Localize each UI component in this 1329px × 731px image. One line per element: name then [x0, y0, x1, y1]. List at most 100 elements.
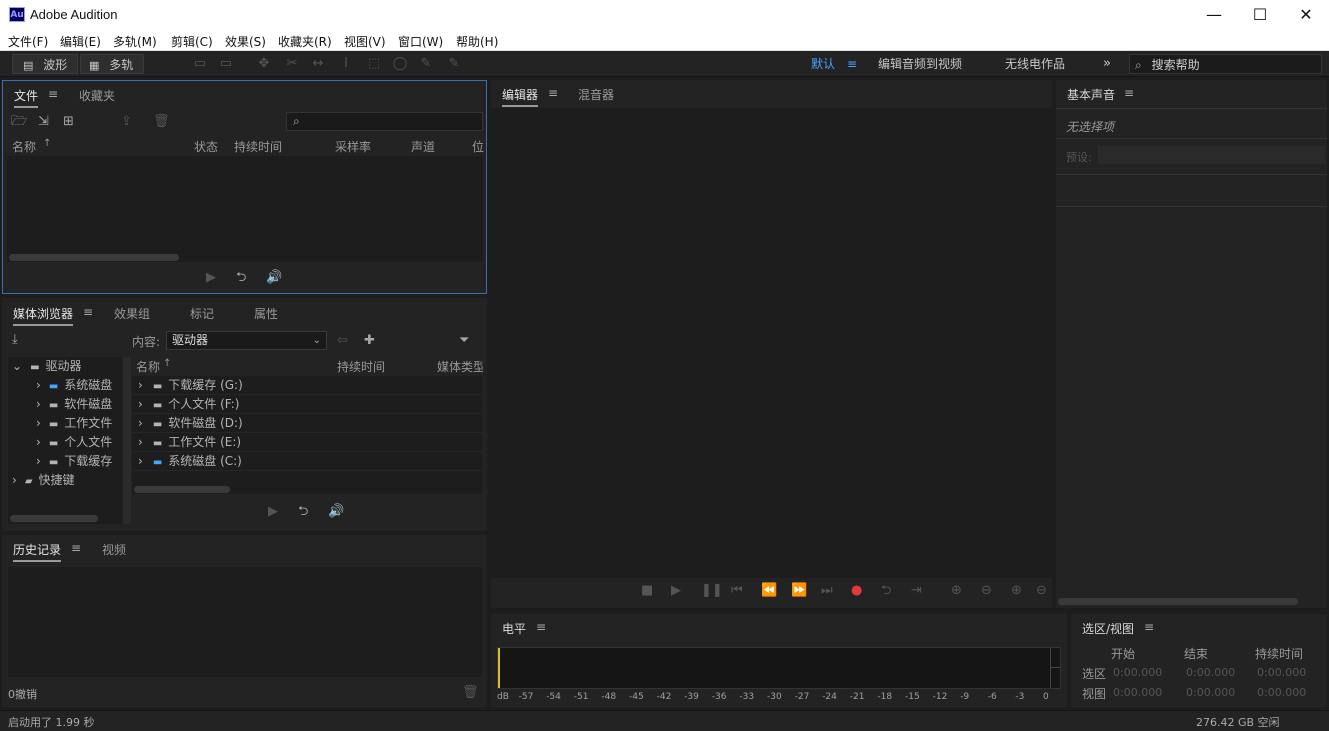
- insert-icon[interactable]: ⇪: [121, 114, 132, 130]
- record-icon[interactable]: ●: [851, 583, 862, 599]
- tab-properties[interactable]: 属性: [254, 305, 278, 322]
- waveform-button[interactable]: ▤ 波形: [12, 54, 78, 74]
- view-duration[interactable]: 0:00.000: [1257, 686, 1306, 699]
- column-name[interactable]: 名称: [136, 358, 160, 375]
- more-workspaces-icon[interactable]: »: [1103, 54, 1111, 74]
- fast-forward-icon[interactable]: ⏩: [791, 583, 807, 599]
- panel-menu-icon[interactable]: ≡: [71, 541, 81, 555]
- tree-item-system-disk[interactable]: › ▬ 系统磁盘: [36, 376, 112, 395]
- menu-view[interactable]: 视图(V): [344, 33, 386, 50]
- menu-file[interactable]: 文件(F): [8, 33, 48, 50]
- column-name[interactable]: 名称: [12, 138, 36, 155]
- files-horizontal-scrollbar[interactable]: [9, 254, 179, 261]
- add-shortcut-icon[interactable]: ✚: [364, 333, 375, 349]
- workspace-default[interactable]: 默认: [811, 54, 835, 74]
- menu-effects[interactable]: 效果(S): [225, 33, 266, 50]
- tree-item-download-cache[interactable]: › ▬ 下载缓存: [36, 452, 112, 471]
- trash-icon[interactable]: 🗑: [462, 685, 479, 701]
- rewind-icon[interactable]: ⏪: [761, 583, 777, 599]
- tree-item-work-files[interactable]: › ▬ 工作文件: [36, 414, 112, 433]
- tab-markers[interactable]: 标记: [190, 305, 214, 322]
- tree-item-drives[interactable]: ⌄ ▬ 驱动器: [12, 357, 82, 376]
- column-duration[interactable]: 持续时间: [234, 138, 282, 155]
- menu-favorites[interactable]: 收藏夹(R): [278, 33, 332, 50]
- tab-video[interactable]: 视频: [102, 541, 126, 558]
- panel-menu-icon[interactable]: ≡: [83, 305, 93, 319]
- tab-files[interactable]: 文件: [14, 87, 39, 108]
- tree-horizontal-scrollbar[interactable]: [10, 515, 98, 522]
- tree-item-software-disk[interactable]: › ▬ 软件磁盘: [36, 395, 112, 414]
- back-arrow-icon[interactable]: ⇦: [337, 333, 348, 349]
- list-horizontal-scrollbar[interactable]: [134, 486, 230, 493]
- panel-menu-icon[interactable]: ≡: [548, 86, 558, 100]
- selection-duration[interactable]: 0:00.000: [1257, 666, 1306, 679]
- skip-to-end-icon[interactable]: ⏭: [821, 583, 833, 599]
- filter-icon[interactable]: ⏷: [459, 333, 469, 349]
- marquee-tool-icon[interactable]: ⬚: [366, 56, 382, 72]
- tree-splitter[interactable]: [123, 357, 131, 524]
- zoom-out-amplitude-icon[interactable]: ⊖: [981, 583, 992, 599]
- autoplay-icon[interactable]: 🔊: [266, 270, 282, 286]
- column-status[interactable]: 状态: [194, 138, 218, 155]
- multitrack-button[interactable]: ▦ 多轨: [80, 54, 144, 74]
- loop-preview-icon[interactable]: ⮌: [236, 270, 246, 286]
- spot-healing-icon[interactable]: ✎: [446, 56, 462, 72]
- tab-favorites[interactable]: 收藏夹: [79, 87, 115, 104]
- delete-icon[interactable]: 🗑: [153, 114, 170, 130]
- zoom-in-time-icon[interactable]: ⊕: [1011, 583, 1022, 599]
- loop-preview-icon[interactable]: ⮌: [298, 504, 308, 520]
- open-folder-icon[interactable]: 🗁: [11, 114, 27, 130]
- menu-multitrack[interactable]: 多轨(M): [113, 33, 157, 50]
- list-item[interactable]: › ▬ 系统磁盘 (C:): [132, 452, 482, 471]
- panel-menu-icon[interactable]: ≡: [1124, 86, 1134, 100]
- level-meter-title[interactable]: 电平: [502, 620, 526, 637]
- panel-menu-icon[interactable]: ≡: [1144, 620, 1154, 634]
- tree-item-shortcuts[interactable]: › ▰ 快捷键: [12, 471, 75, 490]
- workspace-edit-audio-to-video[interactable]: 编辑音频到视频: [878, 54, 962, 74]
- download-icon[interactable]: ⤓: [12, 332, 18, 348]
- help-search-field[interactable]: ⌕ 搜索帮助: [1129, 54, 1322, 74]
- column-channels[interactable]: 声道: [411, 138, 435, 155]
- list-item[interactable]: › ▬ 软件磁盘 (D:): [132, 414, 482, 433]
- maximize-button[interactable]: ☐: [1237, 0, 1283, 31]
- panel-menu-icon[interactable]: ≡: [48, 87, 58, 101]
- selection-start[interactable]: 0:00.000: [1113, 666, 1162, 679]
- view-start[interactable]: 0:00.000: [1113, 686, 1162, 699]
- tab-history[interactable]: 历史记录: [13, 541, 62, 562]
- minimize-button[interactable]: —: [1191, 0, 1237, 31]
- autoplay-icon[interactable]: 🔊: [328, 504, 344, 520]
- column-sample-rate[interactable]: 采样率: [335, 138, 371, 155]
- tab-effects-rack[interactable]: 效果组: [114, 305, 150, 322]
- list-item[interactable]: › ▬ 下载缓存 (G:): [132, 376, 482, 395]
- preset-dropdown[interactable]: [1098, 146, 1325, 164]
- play-icon[interactable]: ▶: [671, 583, 681, 599]
- move-tool-icon[interactable]: ✥: [256, 56, 272, 72]
- files-search-input[interactable]: ⌕: [286, 112, 483, 131]
- close-button[interactable]: ✕: [1283, 0, 1329, 31]
- zoom-out-time-icon[interactable]: ⊖: [1036, 583, 1047, 599]
- tree-item-personal-files[interactable]: › ▬ 个人文件: [36, 433, 112, 452]
- essential-sound-title[interactable]: 基本声音: [1067, 86, 1115, 103]
- selection-end[interactable]: 0:00.000: [1186, 666, 1235, 679]
- play-preview-icon[interactable]: ▶: [206, 270, 216, 286]
- selection-view-title[interactable]: 选区/视图: [1082, 620, 1134, 637]
- spectral-pitch-icon[interactable]: ▭: [218, 56, 234, 72]
- skip-selection-icon[interactable]: ⇥: [911, 583, 922, 599]
- column-duration[interactable]: 持续时间: [337, 358, 385, 375]
- slip-tool-icon[interactable]: ↔: [310, 56, 326, 72]
- history-list[interactable]: [8, 567, 482, 677]
- list-item[interactable]: › ▬ 工作文件 (E:): [132, 433, 482, 452]
- brush-tool-icon[interactable]: ✎: [418, 56, 434, 72]
- menu-clip[interactable]: 剪辑(C): [171, 33, 213, 50]
- workspace-menu-icon[interactable]: ≡: [847, 54, 857, 74]
- spectral-frequency-icon[interactable]: ▭: [192, 56, 208, 72]
- essential-sound-scrollbar[interactable]: [1058, 598, 1298, 605]
- column-media-type[interactable]: 媒体类型: [437, 358, 483, 375]
- skip-to-start-icon[interactable]: ⏮: [731, 583, 743, 599]
- files-list[interactable]: [7, 156, 483, 262]
- panel-menu-icon[interactable]: ≡: [536, 620, 546, 634]
- stop-icon[interactable]: ■: [641, 583, 653, 599]
- view-end[interactable]: 0:00.000: [1186, 686, 1235, 699]
- workspace-radio-production[interactable]: 无线电作品: [1005, 54, 1065, 74]
- tab-media-browser[interactable]: 媒体浏览器: [13, 305, 74, 326]
